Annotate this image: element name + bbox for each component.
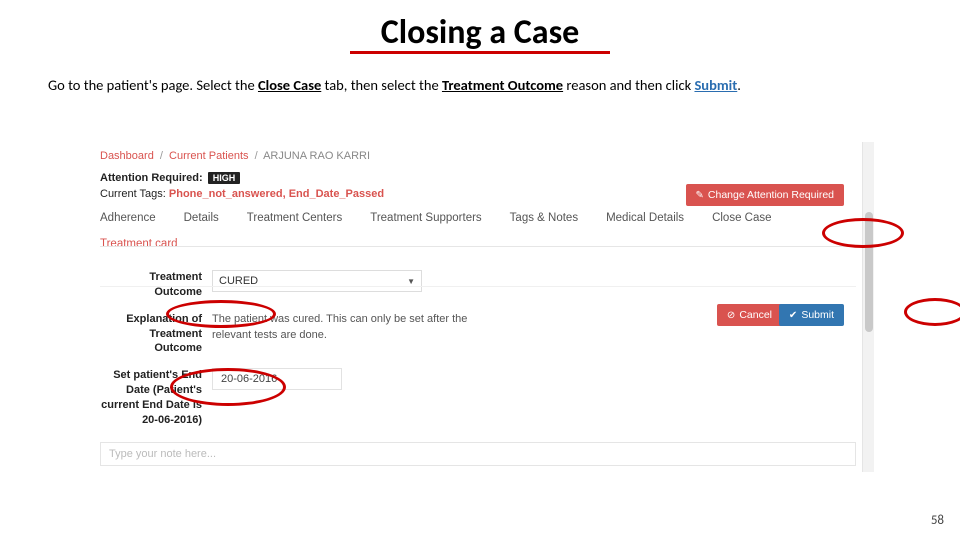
tab-close-case[interactable]: Close Case <box>712 212 771 224</box>
treatment-outcome-select[interactable]: CURED ▼ <box>212 270 422 292</box>
explanation-label: Explanation of Treatment Outcome <box>100 312 212 357</box>
cancel-label: Cancel <box>739 309 772 321</box>
note-placeholder: Type your note here... <box>109 448 216 460</box>
end-date-value: 20-06-2016 <box>221 373 277 385</box>
page-number: 58 <box>931 513 944 528</box>
tab-medical-details[interactable]: Medical Details <box>606 212 684 224</box>
current-tags-label: Current Tags: <box>100 188 169 200</box>
attention-line: Attention Required: HIGH <box>84 162 874 184</box>
annotation-circle-submit <box>904 298 960 326</box>
instr-submit: Submit <box>694 76 737 94</box>
slide-title: Closing a Case <box>0 0 960 53</box>
breadcrumb: Dashboard / Current Patients / ARJUNA RA… <box>84 142 874 162</box>
vertical-scrollbar[interactable] <box>862 142 874 472</box>
tab-treatment-centers[interactable]: Treatment Centers <box>247 212 342 224</box>
instr-p1: Go to the patient's page. Select the <box>48 76 258 94</box>
instr-treatment-outcome: Treatment Outcome <box>442 76 563 94</box>
attention-label: Attention Required: <box>100 172 203 184</box>
note-input[interactable]: Type your note here... <box>100 442 856 466</box>
instr-p3: reason and then click <box>563 76 694 94</box>
attention-badge: HIGH <box>208 172 241 184</box>
submit-button[interactable]: ✔ Submit <box>779 304 844 326</box>
crumb-sep: / <box>157 150 166 162</box>
tab-tags-notes[interactable]: Tags & Notes <box>510 212 578 224</box>
app-screenshot: Dashboard / Current Patients / ARJUNA RA… <box>84 142 874 472</box>
tab-divider <box>100 246 856 247</box>
cancel-icon: ⊘ <box>727 310 735 321</box>
chevron-down-icon: ▼ <box>407 277 415 286</box>
treatment-outcome-label: Treatment Outcome <box>100 270 212 300</box>
tab-bar: Adherence Details Treatment Centers Trea… <box>84 200 844 224</box>
tab-adherence[interactable]: Adherence <box>100 212 156 224</box>
crumb-dashboard[interactable]: Dashboard <box>100 150 154 162</box>
instr-p4: . <box>737 76 741 94</box>
explanation-text: The patient was cured. This can only be … <box>212 312 472 344</box>
crumb-current-patients[interactable]: Current Patients <box>169 150 248 162</box>
instr-close-case: Close Case <box>258 76 321 94</box>
check-icon: ✔ <box>789 310 797 321</box>
crumb-sep: / <box>252 150 261 162</box>
scroll-thumb[interactable] <box>865 212 873 332</box>
current-tags-value: Phone_not_answered, End_Date_Passed <box>169 188 384 200</box>
end-date-input[interactable]: 20-06-2016 <box>212 368 342 390</box>
crumb-patient-name: ARJUNA RAO KARRI <box>263 150 370 162</box>
end-date-label: Set patient's End Date (Patient's curren… <box>100 368 212 427</box>
subtab-divider <box>100 286 856 287</box>
tab-details[interactable]: Details <box>184 212 219 224</box>
instr-p2: tab, then select the <box>321 76 442 94</box>
cancel-button[interactable]: ⊘ Cancel <box>717 304 782 326</box>
submit-label: Submit <box>801 309 834 321</box>
instruction-text: Go to the patient's page. Select the Clo… <box>0 54 960 94</box>
tab-treatment-supporters[interactable]: Treatment Supporters <box>370 212 481 224</box>
